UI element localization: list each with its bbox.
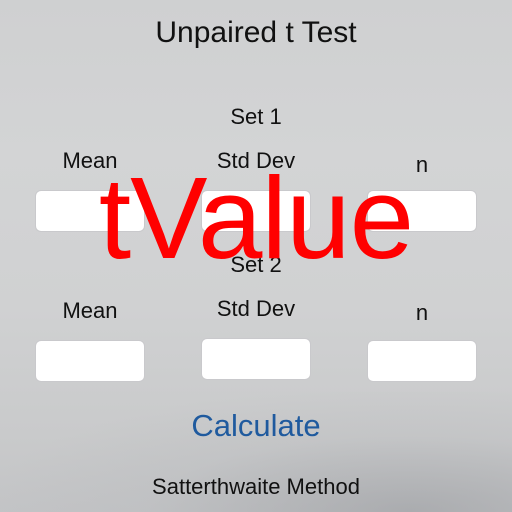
calculate-button[interactable]: Calculate	[0, 408, 512, 444]
set2-std-field[interactable]	[201, 338, 311, 380]
set1-label: Set 1	[230, 104, 282, 129]
page-title: Unpaired t Test	[155, 16, 357, 49]
set2-mean-field[interactable]	[35, 340, 145, 382]
set2-n-field[interactable]	[367, 340, 477, 382]
tvalue-overlay-text: tValue	[98, 153, 414, 283]
set2-mean-label: Mean	[62, 298, 118, 323]
set2-n-label: n	[415, 300, 429, 325]
method-label: Satterthwaite Method	[152, 474, 360, 499]
set2-std-label: Std Dev	[216, 296, 296, 321]
